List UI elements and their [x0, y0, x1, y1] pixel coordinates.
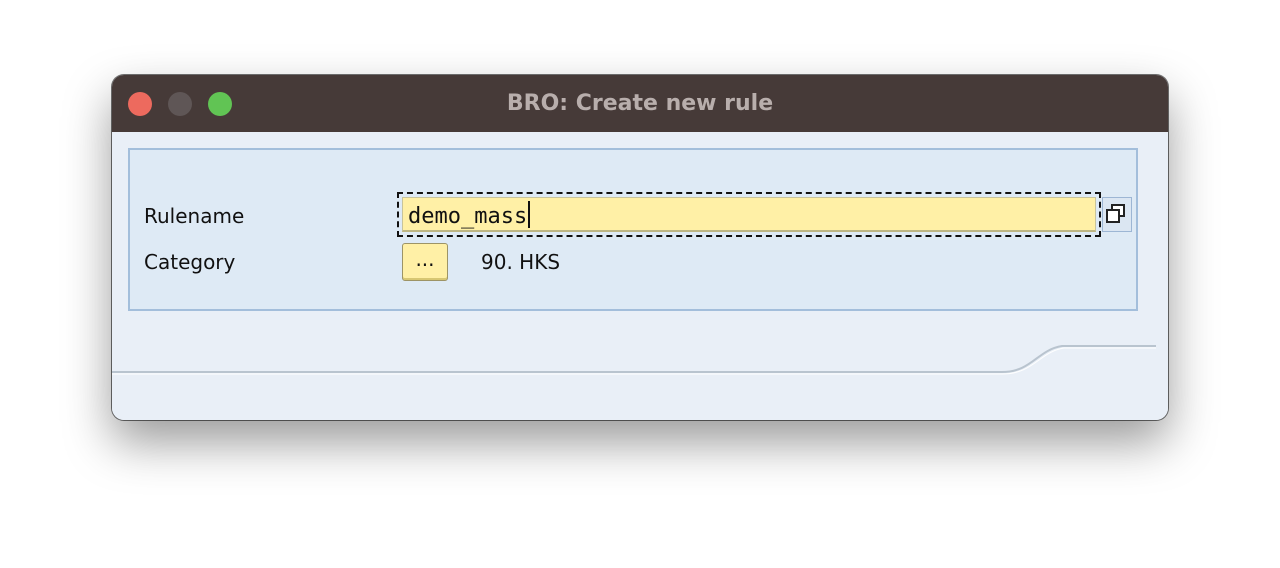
footer-separator	[112, 345, 1156, 375]
dialog-window: BRO: Create new rule Rulename demo_mass …	[112, 75, 1168, 420]
dialog-content: Rulename demo_mass Category ... 90. HKS	[112, 132, 1168, 420]
title-bar[interactable]: BRO: Create new rule	[112, 75, 1168, 132]
window-title: BRO: Create new rule	[506, 91, 774, 116]
